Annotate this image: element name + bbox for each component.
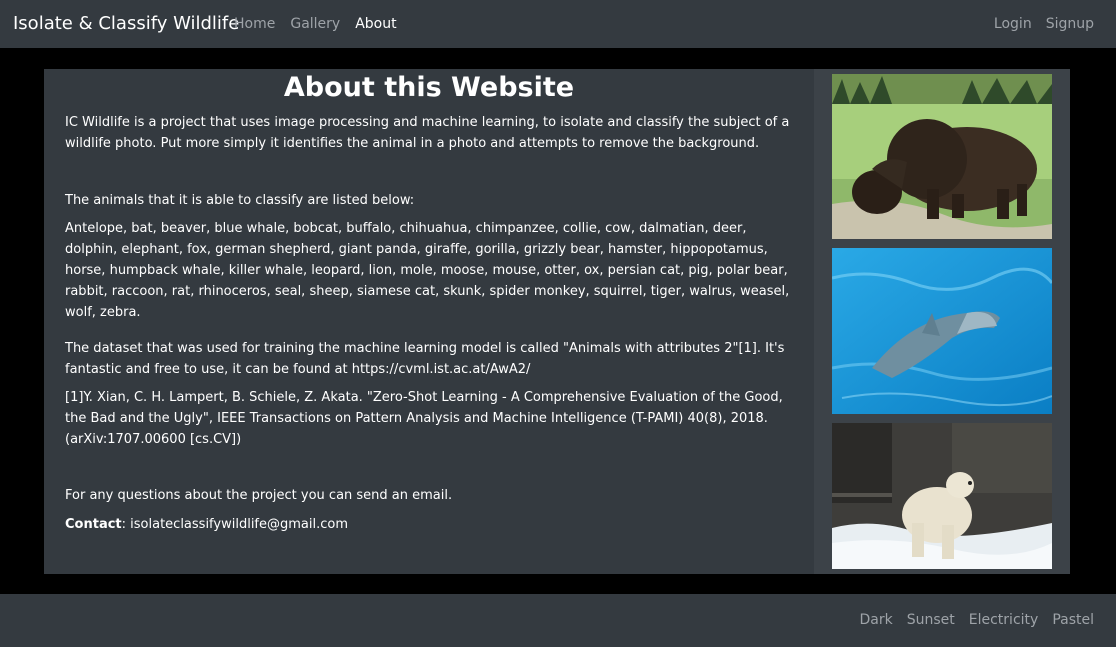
citation-paragraph: [1]Y. Xian, C. H. Lampert, B. Schiele, Z… (65, 390, 783, 447)
signup-link[interactable]: Signup (1046, 16, 1094, 32)
theme-switcher: Dark Sunset Electricity Pastel (860, 612, 1095, 628)
dataset-paragraph: The dataset that was used for training t… (65, 341, 785, 377)
contact-label: Contact (65, 517, 122, 532)
login-link[interactable]: Login (994, 16, 1032, 32)
nav-about-link[interactable]: About (355, 16, 396, 32)
bison-photo (832, 74, 1052, 239)
contact-email[interactable]: isolateclassifywildlife@gmail.com (130, 517, 348, 532)
theme-dark-link[interactable]: Dark (860, 612, 893, 628)
theme-pastel-link[interactable]: Pastel (1052, 612, 1094, 628)
dolphin-photo (832, 248, 1052, 414)
contact-separator: : (121, 517, 131, 532)
nav-links: Home Gallery About (234, 16, 397, 32)
theme-electricity-link[interactable]: Electricity (969, 612, 1039, 628)
polar-bear-photo (832, 423, 1052, 569)
about-text-column: About this Website IC Wildlife is a proj… (44, 69, 814, 574)
nav-home-link[interactable]: Home (234, 16, 275, 32)
contact-line: Contact: isolateclassifywildlife@gmail.c… (65, 514, 795, 535)
footer: Dark Sunset Electricity Pastel (0, 594, 1116, 647)
nav-gallery-link[interactable]: Gallery (290, 16, 340, 32)
animals-heading: The animals that it is able to classify … (65, 193, 415, 208)
intro-paragraph: IC Wildlife is a project that uses image… (65, 115, 790, 151)
animals-list: Antelope, bat, beaver, blue whale, bobca… (65, 221, 790, 320)
questions-paragraph: For any questions about the project you … (65, 488, 453, 503)
navbar: Isolate & Classify Wildlife Home Gallery… (0, 0, 1116, 48)
photo-sidebar (814, 69, 1070, 574)
theme-sunset-link[interactable]: Sunset (907, 612, 955, 628)
about-card: About this Website IC Wildlife is a proj… (44, 69, 1070, 574)
auth-links: Login Signup (994, 16, 1094, 32)
page-title: About this Website (283, 72, 575, 103)
brand-link[interactable]: Isolate & Classify Wildlife (13, 13, 239, 34)
